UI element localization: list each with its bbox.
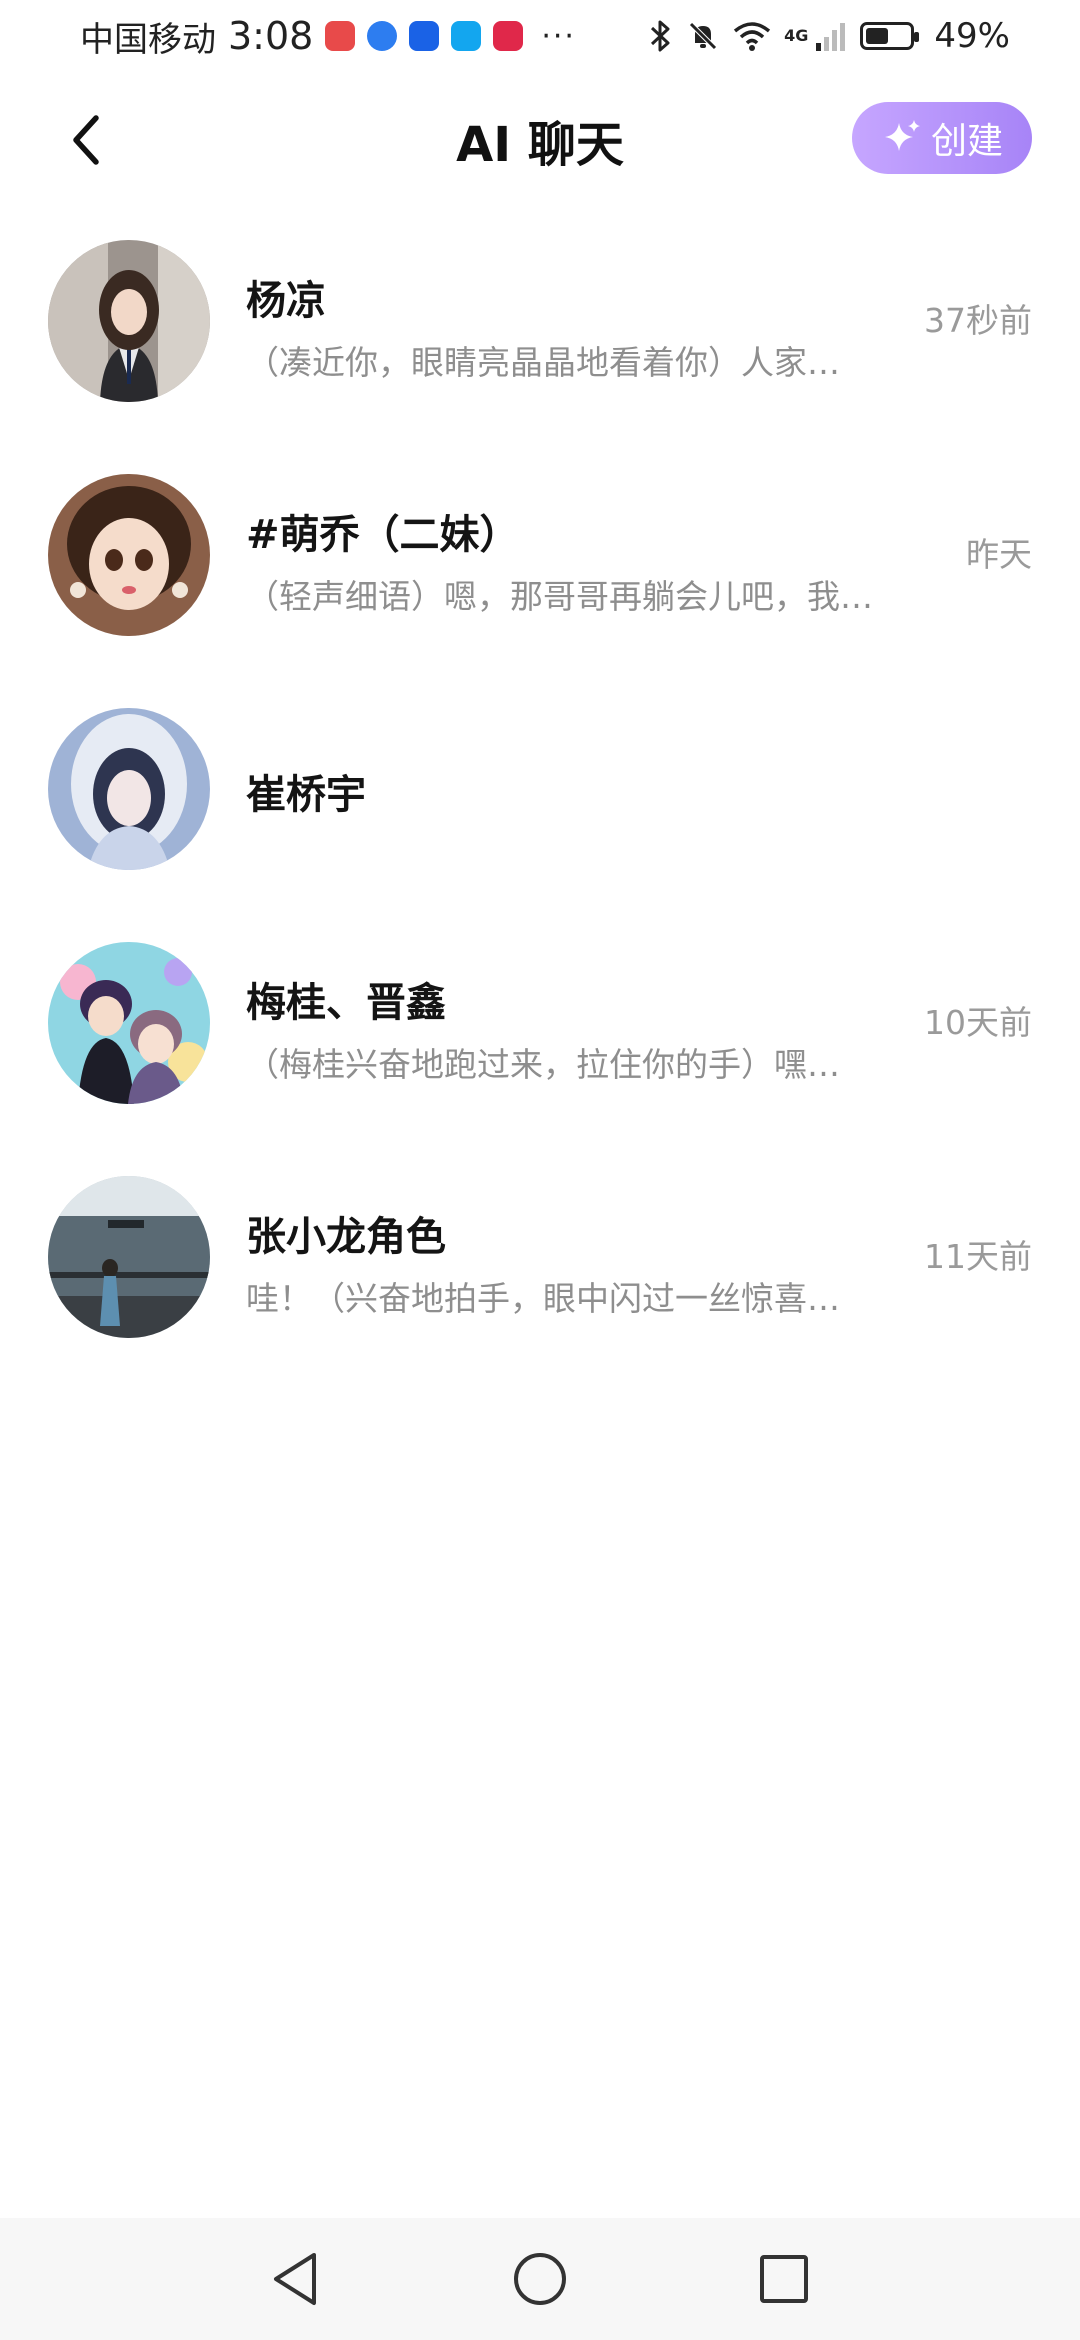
avatar [48,240,210,402]
chat-preview: （凑近你，眼睛亮晶晶地看着你）人家… [246,343,840,382]
network-type: 4G [784,26,809,45]
create-label: 创建 [930,121,1003,162]
mute-bell-icon [689,22,717,50]
nav-recent-button[interactable] [752,2247,816,2311]
circle-home-icon [514,2253,566,2305]
nav-home-button[interactable] [508,2247,572,2311]
bulb-app-icon [409,21,440,51]
wifi-icon [734,22,771,51]
chat-preview: 哇！（兴奋地拍手，眼中闪过一丝惊喜… [246,1279,840,1318]
status-bar: 中国移动 3:08 ··· 4G 49% [0,0,1080,72]
chat-name: 张小龙角色 [246,1214,446,1260]
chat-list: 杨凉 （凑近你，眼睛亮晶晶地看着你）人家… 37秒前 #萌乔（二妹） （轻声细语… [0,230,1080,1400]
signal-icon [816,23,846,51]
status-right: 4G 49% [648,16,1010,56]
chat-item[interactable]: 张小龙角色 哇！（兴奋地拍手，眼中闪过一丝惊喜… 11天前 [0,1166,1080,1400]
chat-name: 崔桥宇 [246,772,366,818]
more-notifications-icon: ··· [541,18,576,54]
square-recent-icon [760,2255,808,2303]
bluetooth-icon [651,20,670,52]
avatar [48,942,210,1104]
chat-time: 37秒前 [924,301,1032,340]
heart-app-icon [493,21,524,51]
chat-item[interactable]: 梅桂、晋鑫 （梅桂兴奋地跑过来，拉住你的手）嘿… 10天前 [0,932,1080,1166]
chat-name: #萌乔（二妹） [246,512,520,558]
triangle-back-icon [274,2253,316,2305]
battery-percent: 49% [934,16,1010,56]
avatar [48,1176,210,1338]
chat-preview: （梅桂兴奋地跑过来，拉住你的手）嘿… [246,1045,840,1084]
search-app-icon [451,21,482,51]
battery-icon [860,22,920,50]
app-store-icon [325,21,356,51]
chat-preview: （轻声细语）嗯，那哥哥再躺会儿吧，我… [246,577,873,616]
carrier-label: 中国移动 [80,19,216,60]
browser-icon [367,21,398,51]
chevron-left-icon [73,115,99,165]
screen: 中国移动 3:08 ··· 4G 49% AI 聊天 创建 杨凉 （凑近你，眼睛… [0,0,1080,2340]
chat-item[interactable]: 杨凉 （凑近你，眼睛亮晶晶地看着你）人家… 37秒前 [0,230,1080,464]
chat-item[interactable]: #萌乔（二妹） （轻声细语）嗯，那哥哥再躺会儿吧，我… 昨天 [0,464,1080,698]
chat-name: 杨凉 [246,278,326,324]
avatar [48,708,210,870]
chat-time: 昨天 [966,535,1032,574]
chat-time: 10天前 [924,1003,1032,1042]
avatar [48,474,210,636]
clock: 3:08 [228,14,314,58]
sparkle-icon [884,120,920,151]
chat-time: 11天前 [924,1237,1032,1276]
back-button[interactable] [56,110,116,170]
create-button[interactable]: 创建 [852,102,1032,174]
chat-name: 梅桂、晋鑫 [246,980,446,1026]
chat-item[interactable]: 崔桥宇 [0,698,1080,932]
status-left: 中国移动 3:08 ··· [80,12,576,61]
header: AI 聊天 创建 [0,90,1080,190]
nav-back-button[interactable] [264,2247,328,2311]
system-nav-bar [0,2218,1080,2340]
